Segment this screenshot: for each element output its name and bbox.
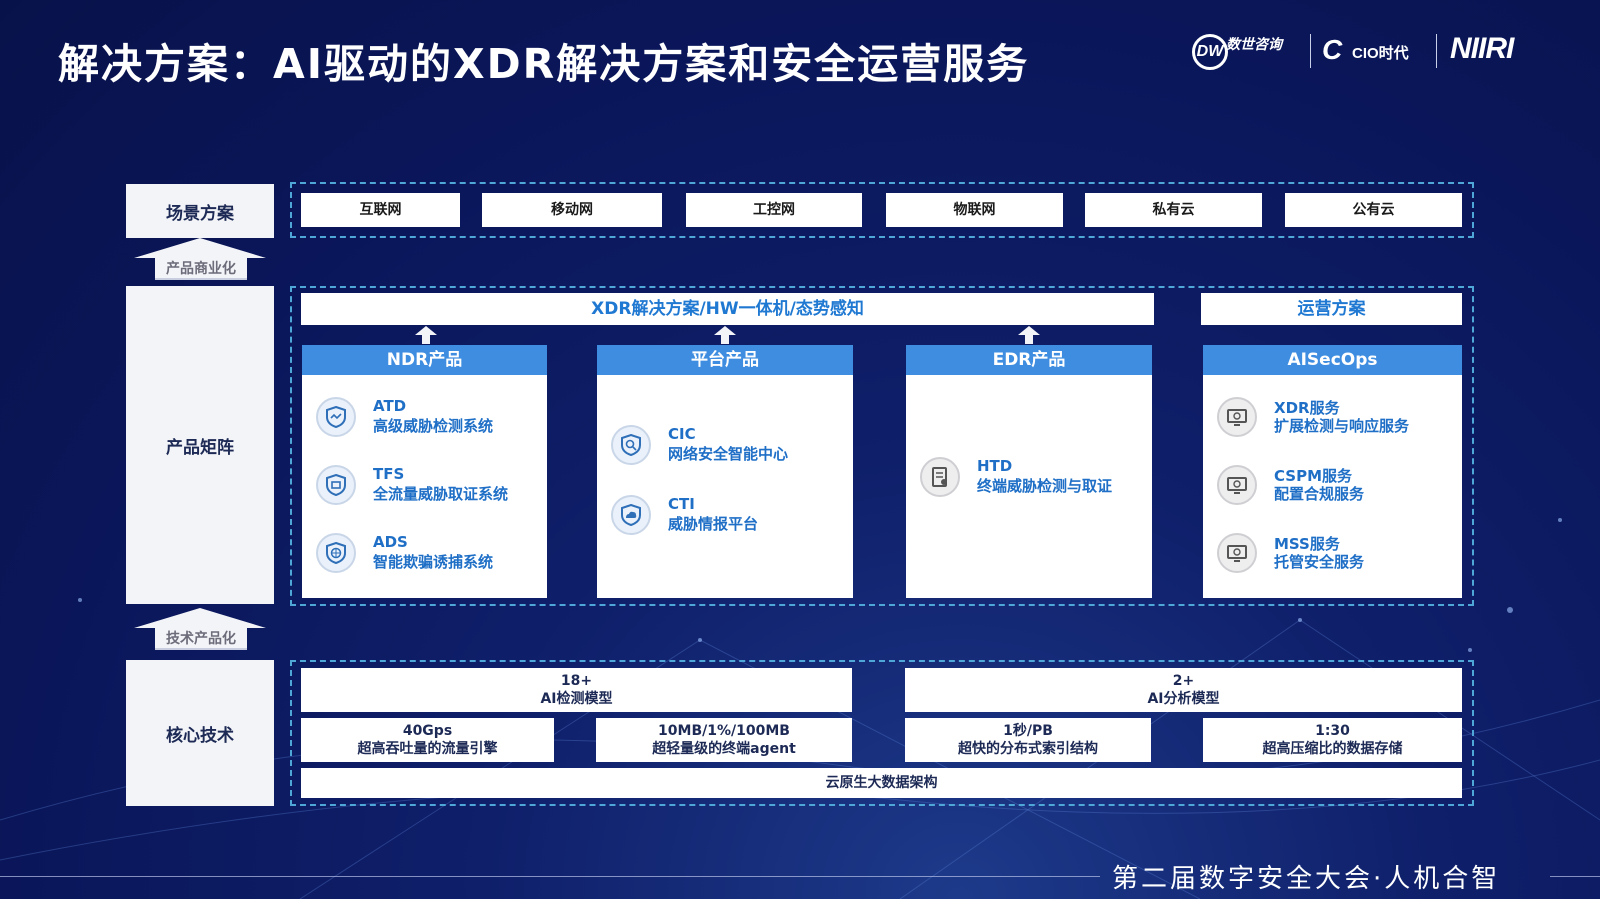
globe-shield-icon (316, 533, 356, 573)
tech-value: 2+ (1172, 673, 1195, 689)
product-desc: 威胁情报平台 (668, 515, 759, 533)
scene-item: 工控网 (686, 193, 862, 227)
product-desc: 终端威胁检测与取证 (977, 477, 1113, 495)
arrow-up-icon (1018, 326, 1040, 344)
scene-item: 物联网 (886, 193, 1063, 227)
tech-value: 1秒/PB (1003, 723, 1053, 739)
ai-analysis-model-box: 2+ AI分析模型 (905, 668, 1462, 712)
product-name: TFS (373, 465, 405, 483)
tech-label: 超高压缩比的数据存储 (1262, 741, 1403, 757)
ndr-card: NDR产品 ATD 高级威胁检测系统 TFS 全流量威胁取证系统 ADS 智能欺… (302, 345, 547, 598)
product-desc: 高级威胁检测系统 (373, 417, 494, 435)
scene-item: 公有云 (1285, 193, 1462, 227)
tech-value: 40Gps (402, 723, 453, 739)
ndr-title: NDR产品 (302, 345, 547, 375)
data-storage-box: 1:30 超高压缩比的数据存储 (1203, 718, 1462, 762)
tech-value: 18+ (560, 673, 593, 689)
service-desc: 托管安全服务 (1274, 553, 1365, 571)
edr-title: EDR产品 (906, 345, 1152, 375)
scene-item: 移动网 (482, 193, 662, 227)
dw-logo: DW 数世咨询 (1192, 30, 1302, 74)
aisecops-title: AISecOps (1203, 345, 1462, 375)
product-desc: 智能欺骗诱捕系统 (373, 553, 494, 571)
tech-value: 10MB/1%/100MB (658, 723, 790, 739)
ai-detect-model-box: 18+ AI检测模型 (301, 668, 852, 712)
cloud-native-architecture-bar: 云原生大数据架构 (301, 768, 1462, 798)
monitor-icon (1217, 465, 1257, 505)
dw-logo-text: 数世咨询 (1226, 36, 1282, 52)
shield-icon (316, 397, 356, 437)
core-tech-label: 核心技术 (126, 660, 274, 806)
xdr-solution-bar: XDR解决方案/HW一体机/态势感知 (301, 293, 1154, 325)
tech-value: 1:30 (1315, 723, 1350, 739)
productize-label: 技术产品化 (155, 628, 247, 650)
dw-logo-mark: DW (1192, 34, 1228, 70)
platform-title: 平台产品 (597, 345, 853, 375)
product-name: CTI (668, 495, 695, 513)
arrow-up-icon (714, 326, 736, 344)
partner-logos: DW 数世咨询 C CIO时代 NIIRI (1192, 30, 1552, 74)
tech-label: AI分析模型 (1147, 691, 1220, 707)
service-desc: 配置合规服务 (1274, 485, 1365, 503)
cio-logo-text: CIO时代 (1352, 45, 1409, 62)
agent-box: 10MB/1%/100MB 超轻量级的终端agent (596, 718, 852, 762)
product-desc: 全流量威胁取证系统 (373, 485, 509, 503)
monitor-icon (1217, 397, 1257, 437)
conference-footer: 第二届数字安全大会·人机合智 (1112, 864, 1501, 894)
tech-label: 超轻量级的终端agent (652, 741, 796, 757)
product-name: ADS (373, 533, 408, 551)
matrix-label: 产品矩阵 (126, 286, 274, 604)
aisecops-card: AISecOps XDR服务 扩展检测与响应服务 CSPM服务 配置合规服务 M… (1203, 345, 1462, 598)
index-structure-box: 1秒/PB 超快的分布式索引结构 (905, 718, 1151, 762)
tech-label: 超快的分布式索引结构 (958, 741, 1098, 757)
niiri-logo: NIIRI (1450, 30, 1550, 74)
scene-label: 场景方案 (126, 184, 274, 238)
cloud-shield-icon (611, 495, 651, 535)
logo-divider (1436, 34, 1437, 68)
shield-icon (316, 465, 356, 505)
device-icon (920, 457, 960, 497)
product-name: HTD (977, 457, 1013, 475)
tech-label: AI检测模型 (540, 691, 613, 707)
product-desc: 网络安全智能中心 (668, 445, 789, 463)
monitor-icon (1217, 533, 1257, 573)
ops-solution-bar: 运营方案 (1201, 293, 1462, 325)
scene-item: 互联网 (301, 193, 460, 227)
platform-card: 平台产品 CIC 网络安全智能中心 CTI 威胁情报平台 (597, 345, 853, 598)
product-name: ATD (373, 397, 407, 415)
scene-item: 私有云 (1085, 193, 1262, 227)
arrow-up-icon (415, 326, 437, 344)
cio-logo: C CIO时代 (1322, 34, 1432, 74)
cio-logo-mark: C (1322, 34, 1343, 65)
edr-card: EDR产品 HTD 终端威胁检测与取证 (906, 345, 1152, 598)
niiri-logo-text: NIIRI (1450, 32, 1514, 65)
footer-divider (1550, 876, 1600, 877)
commercialize-label: 产品商业化 (155, 258, 247, 280)
footer-divider (0, 876, 1100, 877)
product-name: CIC (668, 425, 696, 443)
page-title: 解决方案：AI驱动的XDR解决方案和安全运营服务 (58, 40, 1030, 88)
shield-search-icon (611, 425, 651, 465)
logo-divider (1310, 34, 1311, 68)
tech-label: 超高吞吐量的流量引擎 (357, 741, 498, 757)
service-desc: 扩展检测与响应服务 (1274, 417, 1410, 435)
traffic-engine-box: 40Gps 超高吞吐量的流量引擎 (301, 718, 554, 762)
